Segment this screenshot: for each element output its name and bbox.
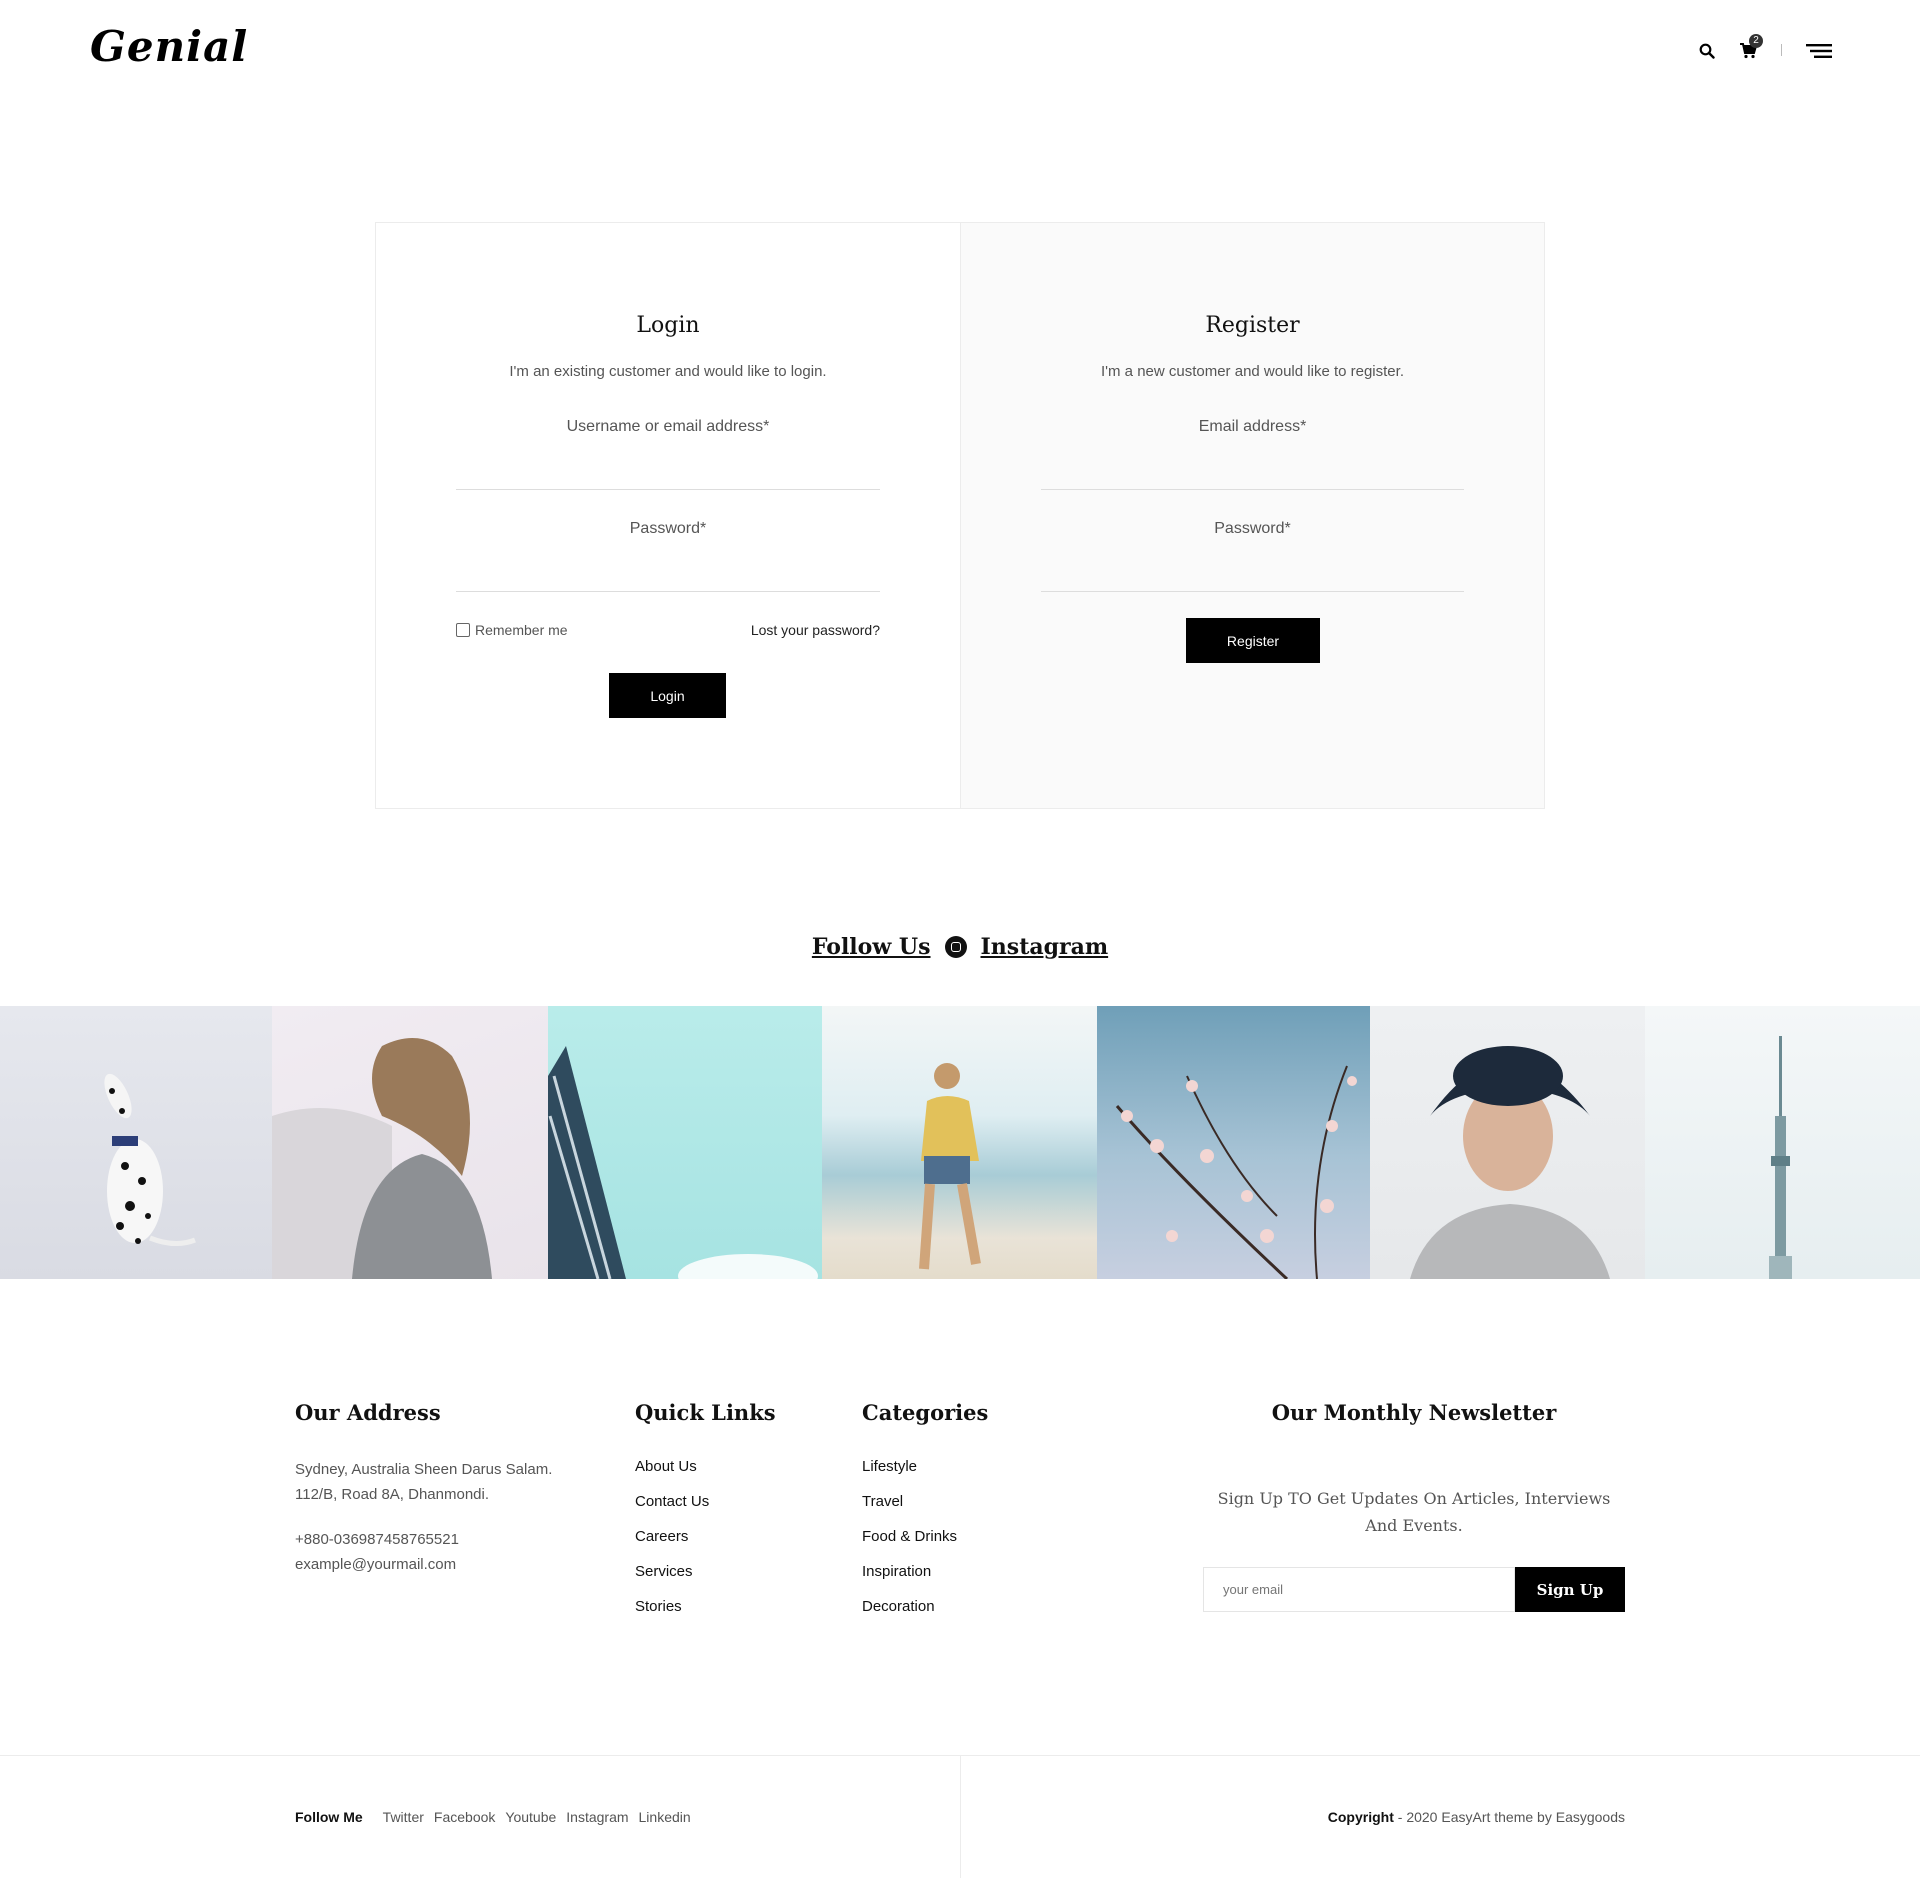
category-inspiration[interactable]: Inspiration (862, 1563, 931, 1580)
cart-count-badge: 2 (1749, 34, 1763, 48)
gallery-image-man-hat[interactable] (1370, 1006, 1645, 1279)
register-subtitle: I'm a new customer and would like to reg… (1100, 363, 1404, 380)
gallery-image-building[interactable] (548, 1006, 822, 1279)
follow-us-heading: Follow Us Instagram (0, 934, 1920, 962)
bottom-divider (960, 1756, 961, 1878)
newsletter-signup-button[interactable]: Sign Up (1515, 1567, 1625, 1612)
footer-address: Our Address Sydney, Australia Sheen Daru… (295, 1400, 575, 1577)
gallery-image-beach-woman[interactable] (822, 1006, 1097, 1279)
site-logo[interactable]: Genial (90, 22, 248, 71)
follow-us-text[interactable]: Follow Us (812, 934, 931, 960)
category-decoration[interactable]: Decoration (862, 1598, 935, 1615)
register-title: Register (1205, 313, 1300, 338)
login-section: Login I'm an existing customer and would… (376, 223, 960, 808)
username-label: Username or email address* (566, 418, 770, 435)
search-icon[interactable] (1694, 38, 1720, 64)
newsletter-subtitle: Sign Up TO Get Updates On Articles, Inte… (1217, 1489, 1611, 1535)
lost-password-link[interactable]: Lost your password? (751, 622, 880, 638)
follow-me-links: Follow Me Twitter Facebook Youtube Insta… (295, 1809, 701, 1825)
register-password-input[interactable] (1041, 538, 1464, 568)
footer-quick-links: Quick Links About Us Contact Us Careers … (635, 1400, 776, 1632)
address-heading: Our Address (295, 1400, 441, 1425)
category-travel[interactable]: Travel (862, 1493, 903, 1510)
newsletter-form: Sign Up (1203, 1567, 1625, 1612)
social-link-youtube[interactable]: Youtube (505, 1809, 556, 1825)
login-password-field: Password* (456, 520, 880, 592)
quick-link-about-us[interactable]: About Us (635, 1458, 697, 1475)
gallery-image-tower[interactable] (1645, 1006, 1920, 1279)
quick-links-heading: Quick Links (635, 1400, 776, 1425)
header-divider (1781, 44, 1782, 56)
follow-me-label: Follow Me (295, 1809, 363, 1825)
register-email-input[interactable] (1041, 436, 1464, 466)
social-link-linkedin[interactable]: Linkedin (639, 1809, 691, 1825)
site-header: Genial 2 (0, 0, 1920, 100)
remember-me-label: Remember me (475, 622, 568, 638)
social-link-twitter[interactable]: Twitter (383, 1809, 424, 1825)
register-email-label: Email address* (1198, 418, 1307, 435)
register-email-field: Email address* (1041, 418, 1464, 490)
auth-panel: Login I'm an existing customer and would… (375, 222, 1545, 809)
gallery-image-blossoms[interactable] (1097, 1006, 1370, 1279)
instagram-icon[interactable] (944, 936, 967, 958)
address-phone: +880-036987458765521 (295, 1531, 459, 1548)
username-input[interactable] (456, 436, 880, 466)
login-title: Login (636, 313, 700, 338)
category-lifestyle[interactable]: Lifestyle (862, 1458, 917, 1475)
hamburger-menu-icon[interactable] (1805, 38, 1833, 64)
gallery-image-woman-hair[interactable] (272, 1006, 548, 1279)
social-link-instagram[interactable]: Instagram (566, 1809, 628, 1825)
address-line-1: Sydney, Australia Sheen Darus Salam. (295, 1461, 553, 1478)
login-password-label: Password* (629, 520, 707, 537)
newsletter-heading: Our Monthly Newsletter (1271, 1400, 1557, 1425)
copyright-rest: - 2020 EasyArt theme by Easygoods (1393, 1809, 1625, 1825)
login-subtitle: I'm an existing customer and would like … (509, 363, 827, 380)
social-link-facebook[interactable]: Facebook (434, 1809, 495, 1825)
newsletter-email-input[interactable] (1203, 1567, 1515, 1612)
footer-newsletter: Our Monthly Newsletter Sign Up TO Get Up… (1203, 1400, 1625, 1612)
register-button[interactable]: Register (1186, 618, 1320, 663)
quick-link-services[interactable]: Services (635, 1563, 693, 1580)
footer-categories: Categories Lifestyle Travel Food & Drink… (862, 1400, 988, 1632)
categories-heading: Categories (862, 1400, 989, 1425)
login-button[interactable]: Login (609, 673, 726, 718)
category-food-drinks[interactable]: Food & Drinks (862, 1528, 957, 1545)
username-field: Username or email address* (456, 418, 880, 490)
address-email: example@yourmail.com (295, 1556, 457, 1573)
cart-icon[interactable]: 2 (1735, 34, 1763, 64)
gallery-image-dalmatian[interactable] (0, 1006, 272, 1279)
register-password-field: Password* (1041, 520, 1464, 592)
bottom-bar: Follow Me Twitter Facebook Youtube Insta… (0, 1755, 1920, 1878)
register-password-label: Password* (1214, 520, 1291, 537)
address-line-2: 112/B, Road 8A, Dhanmondi. (295, 1486, 490, 1503)
register-section: Register I'm a new customer and would li… (960, 223, 1544, 808)
quick-link-careers[interactable]: Careers (635, 1528, 688, 1545)
quick-link-contact-us[interactable]: Contact Us (635, 1493, 709, 1510)
remember-me-checkbox[interactable] (456, 623, 470, 637)
copyright-label: Copyright (1327, 1809, 1394, 1825)
instagram-gallery (0, 1006, 1920, 1279)
instagram-link[interactable]: Instagram (981, 934, 1109, 960)
copyright-text: Copyright - 2020 EasyArt theme by Easygo… (1328, 1809, 1625, 1825)
login-password-input[interactable] (456, 538, 880, 568)
remember-me[interactable]: Remember me (456, 622, 568, 638)
quick-link-stories[interactable]: Stories (635, 1598, 682, 1615)
